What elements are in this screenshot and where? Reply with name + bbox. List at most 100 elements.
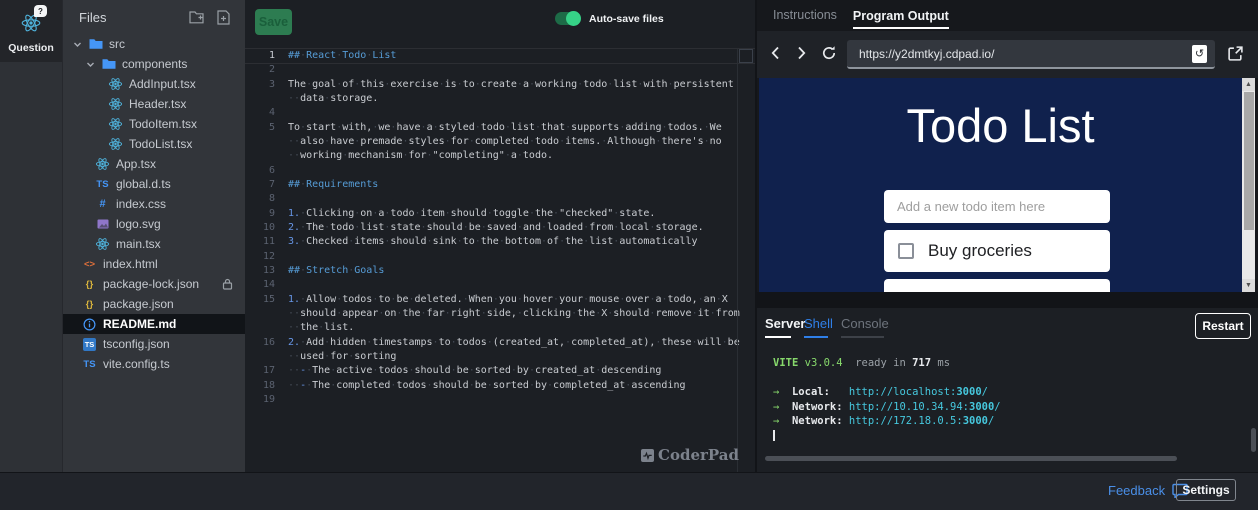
- tab-program-output[interactable]: Program Output: [853, 9, 949, 29]
- chevron-down-icon[interactable]: [86, 60, 98, 69]
- file-tree-item[interactable]: <>index.html: [63, 254, 245, 274]
- line-text: ··the·list.: [288, 321, 354, 335]
- react-icon: [94, 237, 111, 251]
- editor-line[interactable]: 102.·The·todo·list·state·should·be·saved…: [245, 221, 755, 235]
- file-tree-item[interactable]: TStsconfig.json: [63, 334, 245, 354]
- file-tree: srccomponents AddInput.tsx Header.tsxTodoI…: [63, 34, 245, 374]
- files-panel: Files srccomponents AddInput.tsx Header.ts…: [62, 0, 245, 472]
- file-tree-item[interactable]: README.md: [63, 314, 245, 334]
- preview-scrollbar[interactable]: ▲ ▼: [1242, 78, 1255, 292]
- editor-line[interactable]: 3The·goal·of·this·exercise·is·to·create·…: [245, 78, 755, 92]
- restart-button[interactable]: Restart: [1195, 313, 1251, 339]
- terminal-output[interactable]: VITE v3.0.4 ready in 717 ms→ Local: http…: [773, 356, 1001, 444]
- file-tree-item[interactable]: {}package.json: [63, 294, 245, 314]
- editor-line[interactable]: 19: [245, 393, 755, 407]
- line-number: 5: [245, 121, 275, 135]
- editor-line[interactable]: ··the·list.: [245, 321, 755, 335]
- editor-line[interactable]: ··working·mechanism·for·"completing"·a·t…: [245, 149, 755, 163]
- line-number: 8: [245, 192, 275, 206]
- file-label: AddInput.tsx: [129, 77, 196, 91]
- editor-line[interactable]: ··data·storage.: [245, 92, 755, 106]
- editor-line[interactable]: 8: [245, 192, 755, 206]
- settings-button[interactable]: Settings: [1176, 479, 1236, 501]
- editor-line[interactable]: 113.·Checked·items·should·sink·to·the·bo…: [245, 235, 755, 249]
- editor-line[interactable]: ··also·have·premade·styles·for·completed…: [245, 135, 755, 149]
- editor-line[interactable]: 7##·Requirements: [245, 178, 755, 192]
- lock-icon: [222, 278, 233, 293]
- url-bar[interactable]: https://y2dmtkyj.cdpad.io/ ↺: [847, 40, 1215, 69]
- file-tree-item[interactable]: Header.tsx: [63, 94, 245, 114]
- editor-line-current[interactable]: 1##·React·Todo·List: [245, 49, 755, 63]
- save-button[interactable]: Save: [255, 9, 292, 35]
- file-tree-item[interactable]: main.tsx: [63, 234, 245, 254]
- forward-icon[interactable]: [797, 46, 806, 65]
- back-icon[interactable]: [771, 46, 780, 65]
- file-tree-item[interactable]: TodoItem.tsx: [63, 114, 245, 134]
- editor-line[interactable]: 17··-·The·active·todos·should·be·sorted·…: [245, 364, 755, 378]
- browser-toolbar: https://y2dmtkyj.cdpad.io/ ↺: [757, 31, 1258, 78]
- file-tree-item[interactable]: src: [63, 34, 245, 54]
- tab-shell[interactable]: Shell: [804, 316, 833, 331]
- line-text: ##·React·Todo·List: [288, 49, 396, 63]
- terminal-h-scrollbar[interactable]: [765, 456, 1177, 461]
- scroll-down-icon[interactable]: ▼: [1242, 279, 1255, 292]
- editor-scrollbar[interactable]: [737, 48, 738, 472]
- page-snapshot-icon[interactable]: ↺: [1192, 45, 1207, 63]
- editor-line[interactable]: 13##·Stretch·Goals: [245, 264, 755, 278]
- line-text: ··-·The·completed·todos·should·be·sorted…: [288, 379, 686, 393]
- file-tree-item[interactable]: App.tsx: [63, 154, 245, 174]
- sidebar-item-question[interactable]: ? Question: [0, 0, 62, 62]
- editor-line[interactable]: 5To·start·with,·we·have·a·styled·todo·li…: [245, 121, 755, 135]
- todo-card-partial[interactable]: [884, 279, 1110, 292]
- file-tree-item[interactable]: TodoList.tsx: [63, 134, 245, 154]
- editor-line[interactable]: 18··-·The·completed·todos·should·be·sort…: [245, 379, 755, 393]
- file-tree-item[interactable]: TSglobal.d.ts: [63, 174, 245, 194]
- file-tree-item[interactable]: AddInput.tsx: [63, 74, 245, 94]
- editor-line[interactable]: 12: [245, 250, 755, 264]
- info-icon: [81, 318, 98, 331]
- open-external-icon[interactable]: [1227, 45, 1244, 67]
- editor-line[interactable]: ··should·appear·on·the·far·right·side,·c…: [245, 307, 755, 321]
- file-label: index.css: [116, 197, 166, 211]
- autosave-toggle[interactable]: Auto-save files: [555, 12, 664, 25]
- chevron-down-icon[interactable]: [73, 40, 85, 49]
- editor-line[interactable]: 6: [245, 164, 755, 178]
- editor-line[interactable]: 162.·Add·hidden·timestamps·to·todos·(cre…: [245, 336, 755, 350]
- terminal-v-scrollbar[interactable]: [1251, 428, 1256, 452]
- file-tree-item[interactable]: {}package-lock.json: [63, 274, 245, 294]
- editor-line[interactable]: 91.·Clicking·on·a·todo·item·should·toggl…: [245, 207, 755, 221]
- terminal-line: [773, 429, 1001, 444]
- panel-divider[interactable]: [757, 292, 1258, 308]
- editor-line[interactable]: 151.·Allow·todos·to·be·deleted.·When·you…: [245, 293, 755, 307]
- tab-console[interactable]: Console: [841, 316, 889, 331]
- editor-line[interactable]: 4: [245, 106, 755, 120]
- reload-icon[interactable]: [821, 45, 837, 66]
- file-tree-item[interactable]: components: [63, 54, 245, 74]
- editor-line[interactable]: 2: [245, 63, 755, 77]
- preview-scrollbar-thumb[interactable]: [1244, 92, 1254, 230]
- new-folder-icon[interactable]: [187, 8, 207, 26]
- react-icon: [107, 117, 124, 131]
- file-label: main.tsx: [116, 237, 161, 251]
- terminal-text: ready in: [843, 357, 913, 369]
- todo-checkbox[interactable]: [898, 243, 914, 259]
- url-text[interactable]: https://y2dmtkyj.cdpad.io/: [859, 47, 1192, 61]
- terminal-text: http://10.10.34.94:: [849, 401, 969, 413]
- files-panel-header: Files: [63, 0, 245, 34]
- line-text: ##·Requirements: [288, 178, 378, 192]
- output-panel: Instructions Program Output https://y2dm…: [755, 0, 1258, 472]
- todo-item[interactable]: Buy groceries: [884, 230, 1110, 272]
- editor-content[interactable]: 1##·React·Todo·List23The·goal·of·this·ex…: [245, 49, 755, 407]
- file-tree-item[interactable]: logo.svg: [63, 214, 245, 234]
- editor-line[interactable]: ··used·for·sorting: [245, 350, 755, 364]
- line-number: 12: [245, 250, 275, 264]
- toggle-track[interactable]: [555, 12, 580, 25]
- file-tree-item[interactable]: #index.css: [63, 194, 245, 214]
- file-tree-item[interactable]: TSvite.config.ts: [63, 354, 245, 374]
- tab-instructions[interactable]: Instructions: [773, 8, 837, 24]
- line-text: The·goal·of·this·exercise·is·to·create·a…: [288, 78, 734, 92]
- new-file-icon[interactable]: [213, 8, 233, 26]
- tab-server[interactable]: Server: [765, 316, 805, 331]
- editor-line[interactable]: 14: [245, 278, 755, 292]
- scroll-up-icon[interactable]: ▲: [1242, 78, 1255, 91]
